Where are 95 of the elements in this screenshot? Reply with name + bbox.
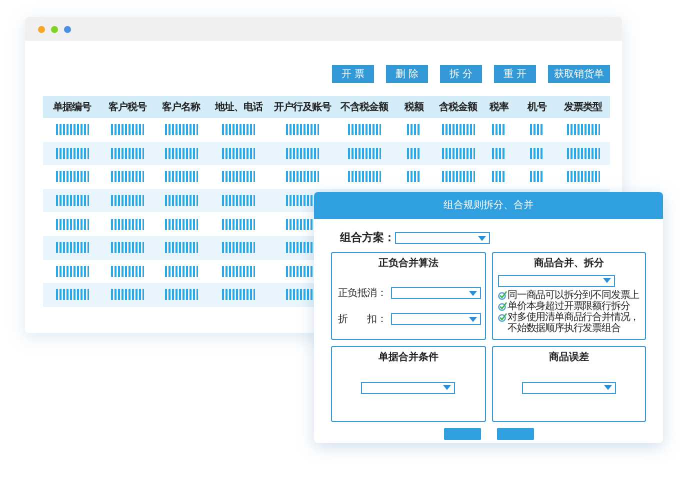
panel-title: 商品误差 [548,350,589,364]
check-icon [498,312,506,322]
masked-value-icon [111,266,144,277]
column-header: 地址、电话 [214,100,262,114]
panel-title: 正负合并算法 [378,256,438,270]
dropdown[interactable] [395,232,490,244]
dialog-button[interactable] [496,428,534,440]
masked-value-icon [566,148,600,159]
column-header: 单据编号 [53,100,91,114]
masked-value-icon [222,195,255,206]
masked-value-icon [56,242,88,254]
masked-value-icon [222,266,255,277]
masked-value-icon [56,289,88,300]
field-label: 折 扣： [338,312,388,326]
masked-value-icon [56,195,88,206]
panel-title: 商品合并、拆分 [534,256,604,270]
masked-value-icon [286,171,319,182]
masked-value-icon [222,242,255,254]
masked-value-icon [407,124,421,136]
column-header: 税额 [404,100,424,114]
masked-value-icon [164,148,198,159]
masked-value-icon [222,124,255,136]
option-label: 对多使用清单商品行合并情况，不始数据顺序执行发票组合 [508,312,640,334]
masked-value-icon [407,171,421,182]
masked-value-icon [530,171,544,182]
column-header: 客户名称 [162,100,200,114]
masked-value-icon [566,171,600,182]
masked-value-icon [222,218,255,230]
masked-value-icon [111,242,144,254]
dialog-button[interactable] [444,428,480,440]
masked-value-icon [222,148,255,159]
masked-value-icon [111,218,144,230]
field-label: 正负抵消： [338,286,388,300]
masked-value-icon [111,195,144,206]
dropdown[interactable] [522,382,616,394]
dialog-title: 组合规则拆分、合并 [444,198,534,213]
masked-value-icon [111,124,144,136]
masked-value-icon [407,148,421,159]
masked-value-icon [56,218,88,230]
masked-value-icon [566,124,600,136]
toolbar-button[interactable]: 删 除 [386,65,428,83]
option-label: 同一商品可以拆分到不同发票上 [508,290,640,300]
check-icon [498,290,506,300]
toolbar-button[interactable]: 重 开 [494,65,536,83]
masked-value-icon [530,148,544,159]
dropdown[interactable] [498,274,614,286]
column-header: 不含税金额 [340,100,388,114]
column-header: 发票类型 [564,100,602,114]
caret-icon [604,385,612,390]
column-header: 税率 [490,100,508,114]
field-label: 组合方案： [340,230,395,246]
masked-value-icon [164,195,198,206]
column-header: 含税金额 [439,100,477,114]
masked-value-icon [164,289,198,300]
masked-value-icon [56,148,88,159]
toolbar-button[interactable]: 拆 分 [440,65,482,83]
masked-value-icon [56,266,88,277]
masked-value-icon [492,124,506,136]
masked-value-icon [530,124,544,136]
masked-value-icon [286,124,319,136]
check-icon [498,302,506,310]
masked-value-icon [164,124,198,136]
masked-value-icon [348,148,380,159]
masked-value-icon [111,289,144,300]
masked-value-icon [348,171,380,182]
masked-value-icon [164,242,198,254]
dropdown[interactable] [391,313,481,325]
masked-value-icon [442,148,474,159]
masked-value-icon [492,148,506,159]
caret-icon [443,385,452,390]
masked-value-icon [442,124,474,136]
masked-value-icon [164,171,198,182]
masked-value-icon [111,171,144,182]
caret-icon [469,290,477,296]
masked-value-icon [56,124,88,136]
toolbar-button[interactable]: 开 票 [332,65,374,83]
masked-value-icon [222,289,255,300]
masked-value-icon [56,171,88,182]
masked-value-icon [442,171,474,182]
masked-value-icon [164,266,198,277]
caret-icon [469,316,477,322]
masked-value-icon [286,148,319,159]
masked-value-icon [164,218,198,230]
column-header: 机号 [528,100,546,114]
column-header: 开户行及账号 [274,100,331,114]
toolbar-button[interactable]: 获取销货单 [548,65,610,83]
masked-value-icon [492,171,506,182]
masked-value-icon [348,124,380,136]
masked-value-icon [111,148,144,159]
masked-value-icon [222,171,255,182]
option-label: 单价本身超过开票限额行拆分 [508,300,630,312]
dropdown[interactable] [361,382,456,394]
column-header: 客户税号 [108,100,146,114]
dropdown[interactable] [391,287,481,299]
panel-title: 单据合并条件 [378,350,438,364]
